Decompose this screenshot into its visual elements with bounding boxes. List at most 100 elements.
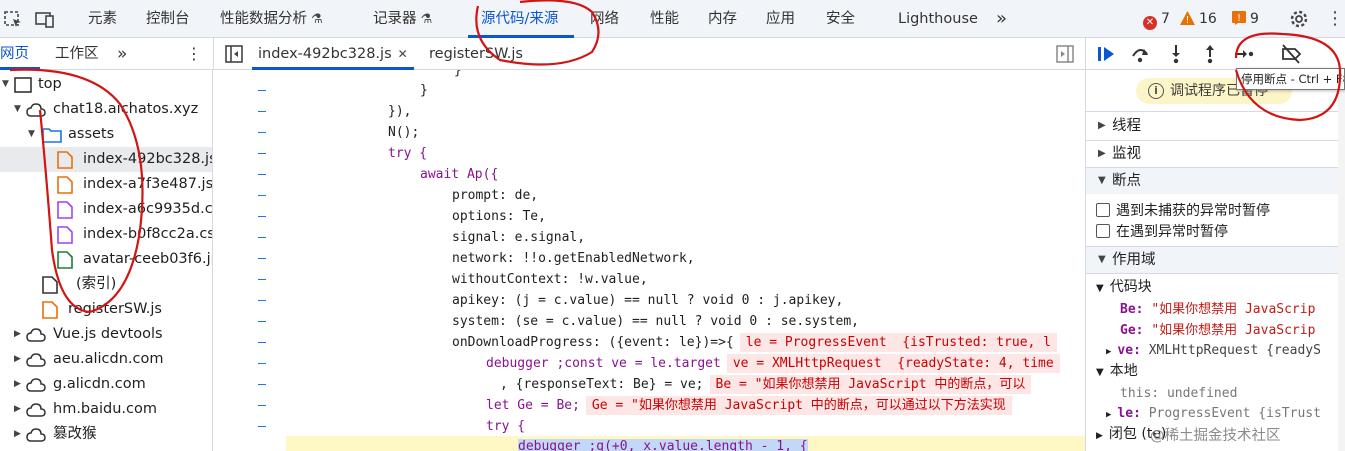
code-line: onDownloadProgress: ({event: le})=>{le =… [452, 332, 1058, 353]
issues-count-badge[interactable]: ! 9 [1232, 9, 1259, 29]
tree-item-domain[interactable]: ▶ hm.baidu.com [0, 397, 212, 422]
inline-value: ve = XMLHttpRequest {readyState: 4, time [726, 354, 1060, 373]
expand-arrow-icon[interactable]: ▼ [2, 72, 9, 97]
toggle-debugger-icon[interactable] [1054, 43, 1076, 65]
code-line: } [420, 83, 428, 98]
more-tabs-button[interactable]: » [996, 8, 1007, 30]
scope-variable[interactable]: Be: "如果你想禁用 JavaScrip [1120, 299, 1315, 320]
expand-arrow-icon[interactable]: ▼ [28, 122, 35, 147]
tab-performance-insights[interactable]: 性能数据分析 ⚗ [220, 8, 323, 30]
tree-item-assets-folder[interactable]: ▼ assets [0, 122, 212, 147]
tab-application[interactable]: 应用 [766, 8, 795, 30]
tab-label: 性能数据分析 [220, 11, 307, 27]
tab-recorder[interactable]: 记录器 ⚗ [373, 8, 432, 30]
more-options-icon[interactable]: ⋮ [1326, 8, 1345, 30]
tree-item-label: chat18.aichatos.xyz [53, 101, 199, 117]
tab-memory[interactable]: 内存 [708, 8, 737, 30]
variable-value: XMLHttpRequest {readyS [1148, 343, 1321, 358]
settings-gear-icon[interactable] [1288, 8, 1310, 30]
error-icon: ✕ [1143, 16, 1157, 30]
tree-item-domain[interactable]: ▶ g.alicdn.com [0, 372, 212, 397]
watermark: @稀土掘金技术社区 [1150, 428, 1281, 444]
gutter-marker [258, 363, 266, 364]
code-line-text: let Ge = Be; [486, 398, 580, 413]
navigator-tab-workspace[interactable]: 工作区 [55, 44, 99, 64]
collapse-arrow-icon[interactable]: ▶ [14, 422, 21, 447]
section-title: 监视 [1112, 146, 1141, 162]
tab-lighthouse[interactable]: Lighthouse [898, 8, 978, 30]
step-icon[interactable] [1233, 43, 1255, 65]
tab-performance[interactable]: 性能 [650, 8, 679, 30]
tree-item-domain[interactable]: ▶ 篡改猴 [0, 422, 212, 447]
step-over-icon[interactable] [1129, 43, 1151, 65]
tree-item-domain[interactable]: ▶ Vue.js devtools [0, 322, 212, 347]
tab-security[interactable]: 安全 [826, 8, 855, 30]
sidebar-scrollbar[interactable] [1338, 70, 1345, 451]
step-out-icon[interactable] [1199, 43, 1221, 65]
collapse-arrow-icon[interactable]: ▶ [14, 372, 21, 397]
inline-value: Be = "如果你想禁用 JavaScript 中的断点，可以 [709, 375, 1032, 394]
tree-item-label: assets [68, 126, 115, 142]
expand-arrow-icon[interactable]: ▼ [14, 97, 21, 122]
navigator-menu-icon[interactable]: ⋮ [186, 44, 202, 64]
file-tab-index-js[interactable]: index-492bc328.js ✕ [258, 44, 408, 64]
tree-item-domain[interactable]: ▶ aeu.alicdn.com [0, 347, 212, 372]
tree-item-file[interactable]: index-b0f8cc2a.css [0, 222, 212, 247]
tree-item-file[interactable]: avatar-ceeb03f6.jpg [0, 247, 212, 272]
navigator-more-button[interactable]: » [117, 44, 127, 64]
cloud-icon [26, 426, 46, 444]
tree-item-label: index-a6c9935d.css [83, 201, 213, 217]
tab-sources[interactable]: 源代码/来源 [481, 8, 558, 30]
code-line: N(); [388, 125, 420, 140]
tree-item-top[interactable]: ▼ top [0, 72, 212, 97]
code-line: } [454, 70, 462, 78]
inspect-element-icon[interactable] [2, 8, 24, 30]
tree-item-file[interactable]: index-492bc328.js [0, 147, 212, 172]
scope-variable[interactable]: this: undefined [1120, 383, 1237, 404]
tree-item-label: g.alicdn.com [53, 376, 146, 392]
pause-uncaught-checkbox[interactable] [1096, 203, 1110, 217]
tab-console[interactable]: 控制台 [146, 8, 190, 30]
tree-item-domain[interactable]: ▼ chat18.aichatos.xyz [0, 97, 212, 122]
collapse-arrow-icon[interactable]: ▶ [14, 397, 21, 422]
flask-icon: ⚗ [420, 12, 433, 27]
cloud-icon [26, 376, 46, 394]
scope-variable[interactable]: ▶ ve: XMLHttpRequest {readyS [1106, 340, 1321, 361]
code-line: try { [388, 146, 428, 161]
collapse-arrow-icon[interactable]: ▶ [14, 347, 21, 372]
scope-local[interactable]: ▼ 本地 [1096, 361, 1138, 382]
section-scope[interactable]: ▼ 作用域 [1086, 247, 1345, 273]
scope-variable[interactable]: Ge: "如果你想禁用 JavaScrip [1120, 320, 1315, 341]
variable-value: ProgressEvent {isTrust [1148, 406, 1321, 421]
code-line-current: debugger ;g(+0, x.value.length - 1, { [518, 436, 808, 451]
resume-icon[interactable] [1095, 43, 1117, 65]
image-file-icon [57, 251, 75, 269]
code-editor[interactable]: } } }), N(); try { await Ap({ prompt: de… [214, 70, 1085, 451]
close-tab-icon[interactable]: ✕ [398, 47, 408, 61]
tree-item-file[interactable]: registerSW.js [0, 297, 212, 322]
scope-variable[interactable]: ▶ le: ProgressEvent {isTrust [1106, 403, 1321, 424]
section-watch[interactable]: ▶ 监视 [1086, 141, 1345, 167]
tab-network[interactable]: 网络 [590, 8, 619, 30]
tab-elements[interactable]: 元素 [88, 8, 117, 30]
section-breakpoints[interactable]: ▼ 断点 [1086, 168, 1345, 194]
scope-block[interactable]: ▼ 代码块 [1096, 277, 1152, 298]
divider [1086, 273, 1338, 274]
navigator-tab-page[interactable]: 网页 [0, 44, 29, 64]
toggle-navigator-icon[interactable] [223, 43, 245, 65]
error-count-badge[interactable]: ✕ 7 [1143, 9, 1170, 30]
deactivate-breakpoints-icon[interactable] [1280, 43, 1302, 65]
tree-item-file[interactable]: index-a7f3e487.js [0, 172, 212, 197]
gutter-marker [258, 153, 266, 154]
file-tab-registersw[interactable]: registerSW.js [429, 44, 523, 64]
collapse-arrow-icon[interactable]: ▶ [14, 322, 21, 347]
step-into-icon[interactable] [1165, 43, 1187, 65]
warning-count-badge[interactable]: ! 16 [1180, 9, 1217, 29]
tree-item-file[interactable]: (索引) [0, 272, 212, 297]
section-threads[interactable]: ▶ 线程 [1086, 113, 1345, 139]
tree-item-file[interactable]: index-a6c9935d.css [0, 197, 213, 222]
inline-value: le = ProgressEvent {isTrusted: true, l [739, 333, 1058, 352]
pause-caught-checkbox[interactable] [1096, 224, 1110, 238]
device-toolbar-icon[interactable] [34, 8, 56, 30]
cloud-icon [26, 401, 46, 419]
